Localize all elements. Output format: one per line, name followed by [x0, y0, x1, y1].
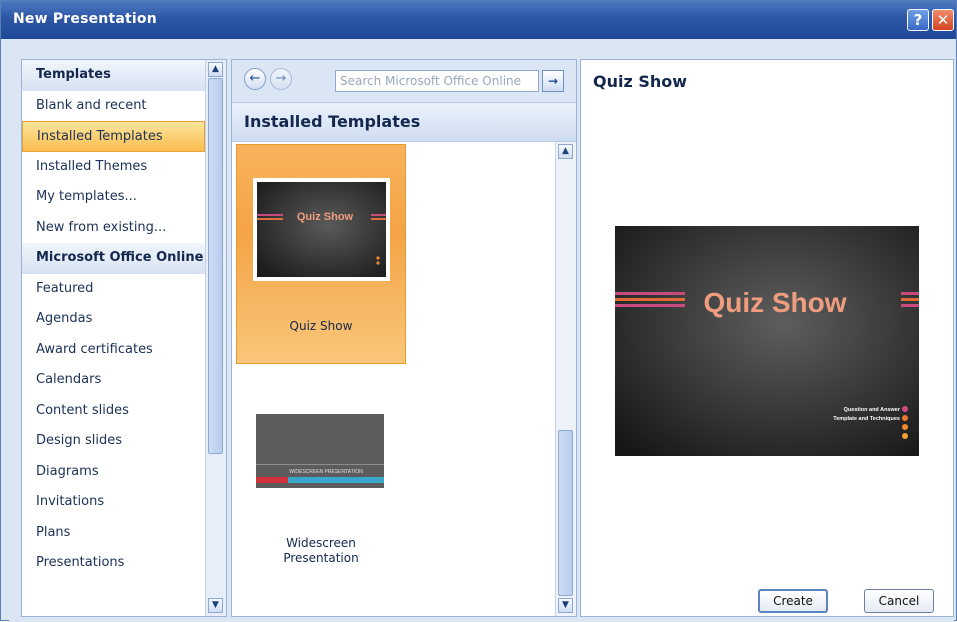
- template-section-header: Installed Templates: [232, 103, 576, 142]
- scroll-thumb[interactable]: [558, 430, 573, 596]
- scroll-down-icon[interactable]: ▼: [208, 598, 223, 613]
- preview-title: Quiz Show: [593, 72, 688, 91]
- category-item-diagrams[interactable]: Diagrams: [22, 457, 205, 488]
- back-arrow-icon[interactable]: ←: [244, 68, 266, 90]
- slide-preview: Quiz Show Question and Answer Template a…: [615, 226, 919, 456]
- template-toolbar: ← → Search Microsoft Office Online →: [232, 60, 576, 103]
- category-item-installed-themes[interactable]: Installed Themes: [22, 152, 205, 183]
- template-pane: ← → Search Microsoft Office Online → Ins…: [231, 59, 577, 617]
- title-bar: New Presentation ? ✕: [1, 1, 956, 39]
- template-section-title: Installed Templates: [244, 112, 421, 131]
- close-button[interactable]: ✕: [932, 9, 954, 31]
- create-button[interactable]: Create: [758, 589, 828, 613]
- category-item-calendars[interactable]: Calendars: [22, 365, 205, 396]
- forward-arrow-icon[interactable]: →: [270, 68, 292, 90]
- widescreen-thumbnail: WIDESCREEN PRESENTATION: [256, 414, 384, 488]
- window-title: New Presentation: [13, 11, 157, 27]
- category-item-content-slides[interactable]: Content slides: [22, 396, 205, 427]
- category-item-installed-templates[interactable]: Installed Templates: [22, 121, 205, 152]
- category-item-my-templates[interactable]: My templates...: [22, 182, 205, 213]
- scroll-down-icon[interactable]: ▼: [558, 598, 573, 613]
- bullet-dot: [902, 415, 908, 421]
- template-gallery: Quiz Show Quiz Show WIDESCREEN PRESENTAT…: [232, 142, 554, 616]
- template-tile-quiz-show[interactable]: Quiz Show Quiz Show: [236, 144, 406, 364]
- category-item-award-certificates[interactable]: Award certificates: [22, 335, 205, 366]
- widescreen-thumb-title: WIDESCREEN PRESENTATION: [289, 469, 363, 475]
- category-header-microsoft-office-online: Microsoft Office Online: [22, 243, 205, 274]
- scroll-up-icon[interactable]: ▲: [558, 144, 573, 159]
- template-label: Quiz Show: [289, 319, 353, 333]
- template-tile-widescreen[interactable]: WIDESCREEN PRESENTATION Widescreen Prese…: [236, 392, 406, 582]
- scroll-thumb[interactable]: [208, 78, 223, 454]
- category-scrollbar[interactable]: ▲ ▼: [205, 60, 226, 616]
- bullet-dot: [902, 433, 908, 439]
- scroll-up-icon[interactable]: ▲: [208, 62, 223, 77]
- category-item-invitations[interactable]: Invitations: [22, 487, 205, 518]
- category-item-new-from-existing[interactable]: New from existing...: [22, 213, 205, 244]
- preview-pane: Quiz Show Quiz Show Question and Answer …: [580, 59, 954, 617]
- dialog-body: Templates Blank and recent Installed Templ…: [9, 39, 954, 622]
- bullet-dot: [902, 406, 908, 412]
- quiz-show-thumb-title: Quiz Show: [297, 211, 354, 223]
- category-list: Templates Blank and recent Installed Templ…: [22, 60, 205, 579]
- search-input[interactable]: Search Microsoft Office Online: [335, 70, 539, 92]
- quiz-show-thumbnail: Quiz Show: [253, 178, 390, 281]
- preview-slide-line2: Template and Techniques: [833, 416, 900, 422]
- category-item-blank-and-recent[interactable]: Blank and recent: [22, 91, 205, 122]
- search-go-icon[interactable]: →: [542, 70, 564, 92]
- template-label: Widescreen Presentation: [283, 536, 359, 565]
- new-presentation-dialog: New Presentation ? ✕ Templates Blank and …: [0, 0, 957, 622]
- category-item-plans[interactable]: Plans: [22, 518, 205, 549]
- category-item-presentations[interactable]: Presentations: [22, 548, 205, 579]
- cancel-button[interactable]: Cancel: [864, 589, 934, 613]
- template-scrollbar[interactable]: ▲ ▼: [555, 142, 576, 616]
- category-item-design-slides[interactable]: Design slides: [22, 426, 205, 457]
- bullet-dot: [902, 424, 908, 430]
- category-item-agendas[interactable]: Agendas: [22, 304, 205, 335]
- preview-slide-line1: Question and Answer: [844, 407, 901, 413]
- help-button[interactable]: ?: [907, 9, 929, 31]
- category-item-featured[interactable]: Featured: [22, 274, 205, 305]
- category-header-templates: Templates: [22, 60, 205, 91]
- category-pane: Templates Blank and recent Installed Templ…: [21, 59, 227, 617]
- preview-slide-title: Quiz Show: [703, 287, 846, 318]
